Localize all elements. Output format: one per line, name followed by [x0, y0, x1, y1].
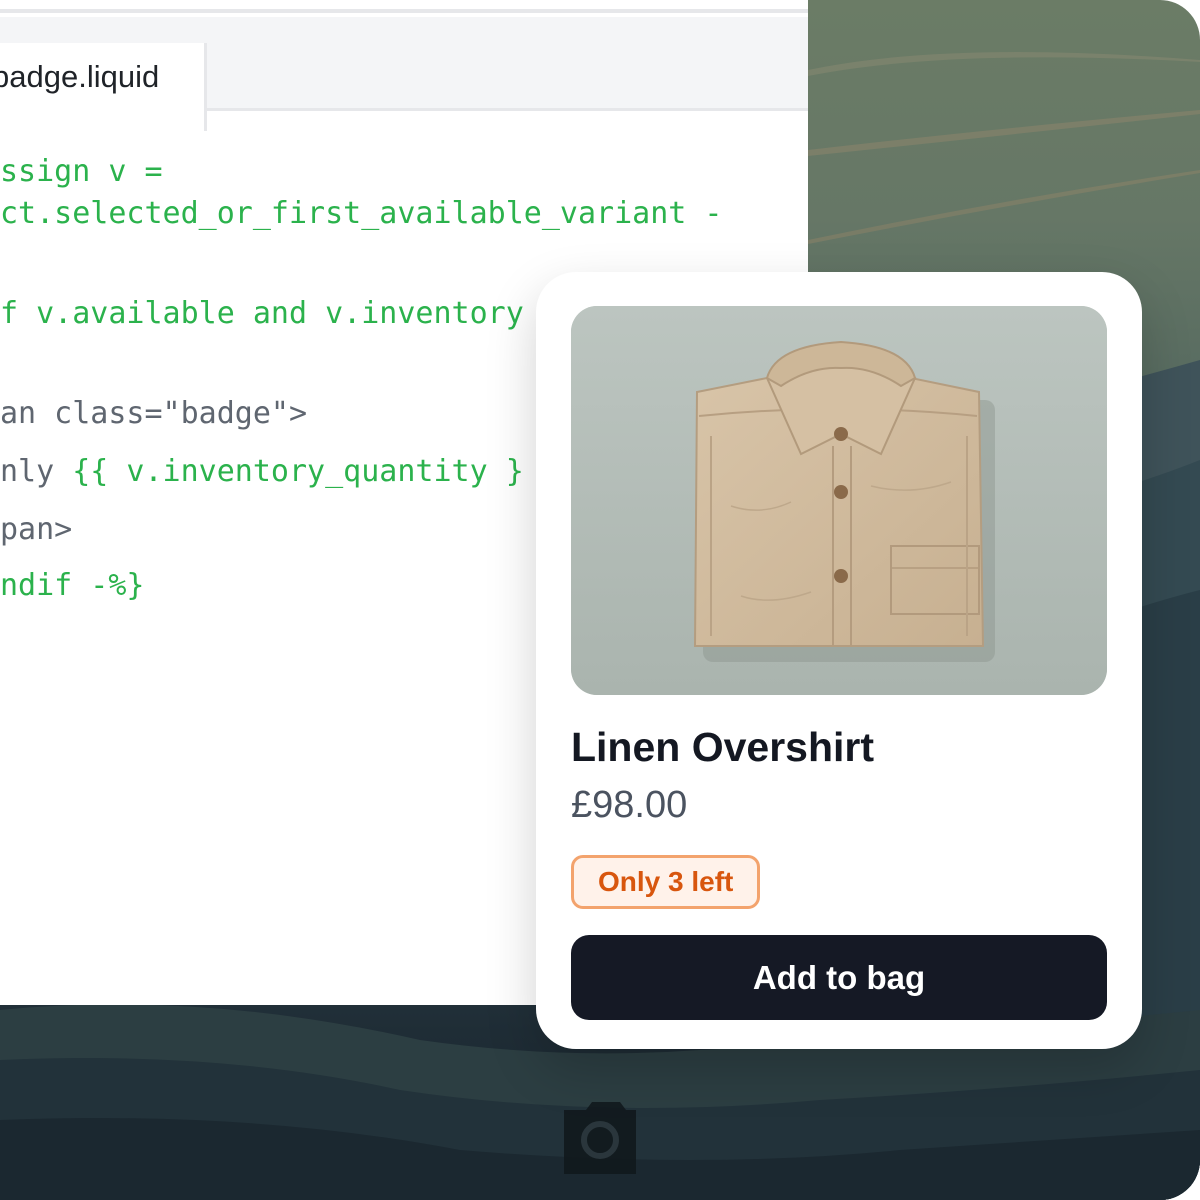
add-to-bag-button[interactable]: Add to bag: [571, 935, 1107, 1020]
tab-label: badge.liquid: [0, 59, 160, 94]
code-token: nly: [0, 454, 73, 489]
code-token: ct.selected_or_first_available_variant -: [0, 196, 723, 231]
code-line: nly {{ v.inventory_quantity }: [0, 450, 524, 494]
product-image[interactable]: [571, 306, 1107, 695]
code-line: pan>: [0, 508, 72, 552]
code-line: ct.selected_or_first_available_variant -: [0, 192, 722, 236]
code-line: an class="badge">: [0, 392, 307, 436]
stock-badge: Only 3 left: [571, 855, 761, 909]
code-token: an class="badge">: [0, 396, 308, 431]
code-token: ssign v =: [0, 154, 163, 189]
product-price: £98.00: [571, 784, 688, 826]
code-line: ndif -%}: [0, 564, 145, 608]
editor-tab-bar: badge.liquid: [0, 17, 808, 131]
code-token: {{ v.inventory_quantity }: [72, 454, 524, 489]
code-line: ssign v =: [0, 150, 163, 194]
product-card: Linen Overshirt £98.00 Only 3 left Add t…: [536, 272, 1142, 1049]
camera-watermark-icon: [564, 1102, 636, 1174]
code-line: f v.available and v.inventory: [0, 292, 524, 336]
product-title: Linen Overshirt: [571, 724, 875, 770]
tab-badge-liquid[interactable]: badge.liquid: [0, 43, 207, 131]
editor-titlebar: [0, 0, 808, 13]
code-token: f v.available and v.inventory: [0, 296, 524, 331]
code-token: ndif -%}: [0, 568, 145, 603]
code-token: pan>: [0, 512, 73, 547]
linen-shirt-icon: [571, 306, 1107, 695]
